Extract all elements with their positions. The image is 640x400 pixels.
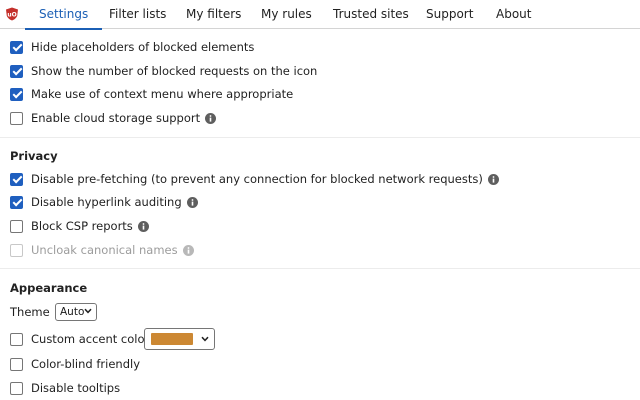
custom-accent-color-label: Custom accent color — [31, 332, 150, 346]
setting-cloud-storage[interactable]: Enable cloud storage support — [10, 109, 217, 127]
uncloak-canonical-names-label: Uncloak canonical names — [31, 243, 178, 257]
info-icon[interactable] — [186, 196, 198, 208]
section-divider — [0, 268, 640, 269]
setting-color-blind-friendly[interactable]: Color-blind friendly — [10, 355, 140, 373]
setting-custom-accent-color[interactable]: Custom accent color — [10, 330, 149, 348]
cloud-storage-checkbox[interactable] — [10, 111, 23, 125]
context-menu-label: Make use of context menu where appropria… — [31, 87, 294, 101]
info-icon[interactable] — [137, 220, 149, 232]
svg-text:uO: uO — [7, 11, 16, 18]
chevron-down-icon — [84, 308, 92, 314]
accent-color-picker[interactable] — [144, 328, 215, 350]
tab-filter-lists[interactable]: Filter lists — [109, 0, 166, 29]
show-blocked-count-checkbox[interactable] — [10, 64, 23, 78]
theme-select-value: Auto — [60, 306, 85, 318]
disable-tooltips-label: Disable tooltips — [31, 381, 121, 395]
tab-support[interactable]: Support — [426, 0, 473, 29]
tab-settings[interactable]: Settings — [24, 0, 103, 30]
info-icon[interactable] — [487, 173, 499, 185]
privacy-heading: Privacy — [10, 149, 58, 163]
uncloak-canonical-names-checkbox — [10, 243, 23, 257]
show-blocked-count-label: Show the number of blocked requests on t… — [31, 64, 318, 78]
block-csp-reports-label: Block CSP reports — [31, 219, 133, 233]
tab-about[interactable]: About — [496, 0, 531, 29]
tab-bar: uO Settings Filter lists My filters My r… — [0, 0, 640, 30]
block-csp-reports-checkbox[interactable] — [10, 219, 23, 233]
theme-select[interactable]: Auto — [55, 303, 97, 321]
cloud-storage-label: Enable cloud storage support — [31, 111, 201, 125]
disable-prefetching-label: Disable pre-fetching (to prevent any con… — [31, 172, 483, 186]
tab-trusted-sites[interactable]: Trusted sites — [333, 0, 409, 29]
tab-my-filters[interactable]: My filters — [186, 0, 241, 29]
custom-accent-color-checkbox[interactable] — [10, 332, 23, 346]
disable-prefetching-checkbox[interactable] — [10, 172, 23, 186]
setting-hyperlink-auditing[interactable]: Disable hyperlink auditing — [10, 193, 198, 211]
color-blind-friendly-label: Color-blind friendly — [31, 357, 141, 371]
setting-show-blocked-count[interactable]: Show the number of blocked requests on t… — [10, 62, 317, 80]
tab-my-rules[interactable]: My rules — [261, 0, 312, 29]
setting-block-csp-reports[interactable]: Block CSP reports — [10, 217, 149, 235]
setting-disable-tooltips[interactable]: Disable tooltips — [10, 379, 120, 397]
hide-placeholders-checkbox[interactable] — [10, 40, 23, 54]
hide-placeholders-label: Hide placeholders of blocked elements — [31, 40, 255, 54]
color-blind-friendly-checkbox[interactable] — [10, 357, 23, 371]
ublock-origin-logo-icon: uO — [6, 7, 18, 21]
appearance-heading: Appearance — [10, 281, 88, 295]
context-menu-checkbox[interactable] — [10, 87, 23, 101]
disable-tooltips-checkbox[interactable] — [10, 381, 23, 395]
chevron-down-icon — [201, 336, 209, 342]
hyperlink-auditing-checkbox[interactable] — [10, 195, 23, 209]
setting-uncloak-canonical-names: Uncloak canonical names — [10, 241, 194, 259]
section-divider — [0, 137, 640, 138]
setting-context-menu[interactable]: Make use of context menu where appropria… — [10, 85, 293, 103]
setting-hide-placeholders[interactable]: Hide placeholders of blocked elements — [10, 38, 254, 56]
info-icon[interactable] — [205, 112, 217, 124]
setting-disable-prefetching[interactable]: Disable pre-fetching (to prevent any con… — [10, 170, 499, 188]
accent-color-swatch — [151, 333, 193, 345]
info-icon[interactable] — [182, 244, 194, 256]
hyperlink-auditing-label: Disable hyperlink auditing — [31, 195, 182, 209]
theme-label: Theme — [10, 305, 50, 319]
